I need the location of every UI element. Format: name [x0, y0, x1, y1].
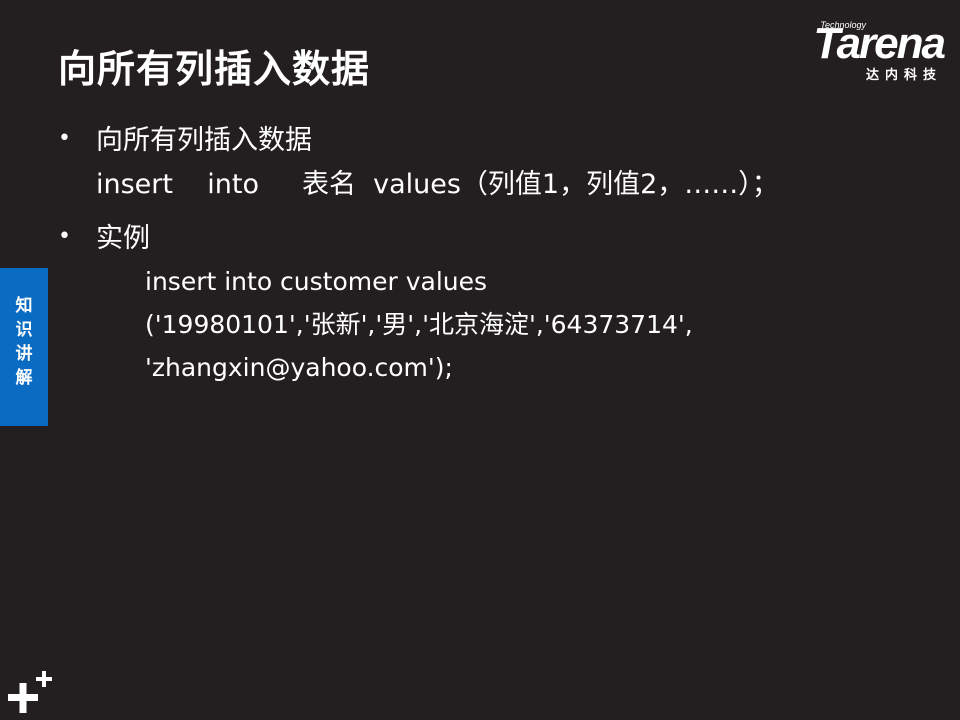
bullet-heading: 实例: [96, 223, 150, 254]
side-tab-char: 解: [15, 368, 33, 388]
side-tab-char: 识: [15, 320, 33, 340]
syntax-line: insert into 表名 values（列值1，列值2，……）；: [96, 169, 779, 200]
side-tab-char: 讲: [15, 344, 33, 364]
side-tab-char: 知: [15, 296, 33, 316]
bullet-heading: 向所有列插入数据: [96, 125, 312, 156]
bullet-marker: •: [58, 224, 71, 249]
tarena-logo: Technology Tarena 达内科技: [780, 18, 946, 84]
logo-wordmark: Tarena: [813, 19, 946, 68]
bullet-marker: •: [58, 126, 71, 151]
code-line: ('19980101','张新','男','北京海淀','64373714',: [145, 310, 693, 339]
slide-title: 向所有列插入数据: [58, 47, 371, 91]
code-line: insert into customer values: [145, 267, 488, 296]
side-tab-label: 知识讲解: [0, 294, 48, 390]
code-line: 'zhangxin@yahoo.com');: [145, 353, 453, 382]
plus-icon: [8, 671, 52, 713]
side-tab: 知识讲解: [0, 268, 48, 426]
logo-chinese-text: 达内科技: [865, 68, 942, 83]
